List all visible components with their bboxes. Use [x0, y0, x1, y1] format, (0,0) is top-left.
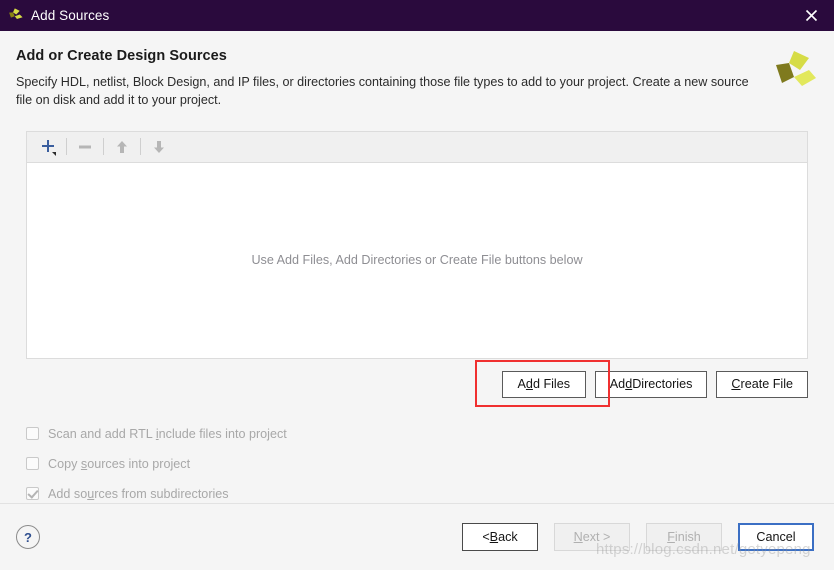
option-add-subdirectories[interactable]: Add sources from subdirectories — [26, 482, 834, 506]
option-copy-sources-label: Copy sources into project — [48, 456, 191, 471]
options-group: Scan and add RTL include files into proj… — [0, 398, 834, 506]
checkbox-copy-sources[interactable] — [26, 457, 39, 470]
finish-mnemonic: F — [667, 530, 675, 544]
toolbar-divider — [103, 138, 104, 155]
sources-toolbar — [27, 131, 807, 163]
xilinx-logo — [776, 51, 816, 86]
next-mnemonic: N — [573, 530, 583, 544]
create-file-button[interactable]: Create File — [716, 370, 808, 398]
option-scan-rtl-include-label: Scan and add RTL include files into proj… — [48, 426, 287, 441]
move-up-button[interactable] — [107, 134, 137, 160]
xilinx-logo-icon — [9, 8, 23, 20]
help-label: ? — [24, 529, 32, 545]
toolbar-divider — [140, 138, 141, 155]
page-description: Specify HDL, netlist, Block Design, and … — [16, 75, 749, 108]
create-file-label-post: reate File — [740, 377, 794, 391]
cancel-label: Cancel — [756, 530, 796, 544]
source-action-buttons: Add Files Ad d Directories Create File — [0, 359, 834, 407]
help-icon[interactable]: ? — [16, 525, 40, 549]
add-directories-label-post: Directories — [632, 377, 693, 391]
window-titlebar: Add Sources — [0, 0, 834, 31]
remove-source-button[interactable] — [70, 134, 100, 160]
sources-list-body[interactable]: Use Add Files, Add Directories or Create… — [27, 162, 807, 358]
sources-panel-wrapper: Use Add Files, Add Directories or Create… — [0, 110, 834, 359]
window-title: Add Sources — [31, 8, 110, 23]
option-add-subdirectories-label: Add sources from subdirectories — [48, 486, 229, 501]
create-file-mnemonic: C — [731, 377, 741, 391]
page-title: Add or Create Design Sources — [16, 48, 227, 64]
wizard-navigation: < Back Next > Finish Cancel — [462, 523, 814, 551]
add-files-button[interactable]: Add Files — [501, 370, 586, 398]
move-down-button[interactable] — [144, 134, 174, 160]
back-mnemonic: B — [489, 530, 499, 544]
add-files-label-post: d Files — [532, 377, 571, 391]
dialog-header: Add or Create Design Sources Specify HDL… — [0, 31, 834, 110]
sources-list-panel: Use Add Files, Add Directories or Create… — [26, 130, 808, 359]
cancel-button[interactable]: Cancel — [738, 523, 814, 551]
next-button: Next > — [554, 523, 630, 551]
dialog-footer: ? < Back Next > Finish Cancel — [0, 504, 834, 570]
checkbox-add-subdirectories[interactable] — [26, 487, 39, 500]
add-files-mnemonic: d — [525, 377, 533, 391]
option-copy-sources[interactable]: Copy sources into project — [26, 452, 834, 476]
option-scan-rtl-include[interactable]: Scan and add RTL include files into proj… — [26, 422, 834, 446]
add-directories-label-pre: Ad — [609, 377, 626, 391]
finish-button: Finish — [646, 523, 722, 551]
checkbox-scan-rtl-include[interactable] — [26, 427, 39, 440]
add-directories-button[interactable]: Ad d Directories — [594, 370, 708, 398]
empty-list-message: Use Add Files, Add Directories or Create… — [251, 253, 583, 267]
add-directories-mnemonic: d — [625, 377, 633, 391]
close-icon[interactable] — [788, 0, 834, 31]
back-button[interactable]: < Back — [462, 523, 538, 551]
add-source-button[interactable] — [33, 134, 63, 160]
add-files-label-pre: A — [517, 377, 526, 391]
toolbar-divider — [66, 138, 67, 155]
